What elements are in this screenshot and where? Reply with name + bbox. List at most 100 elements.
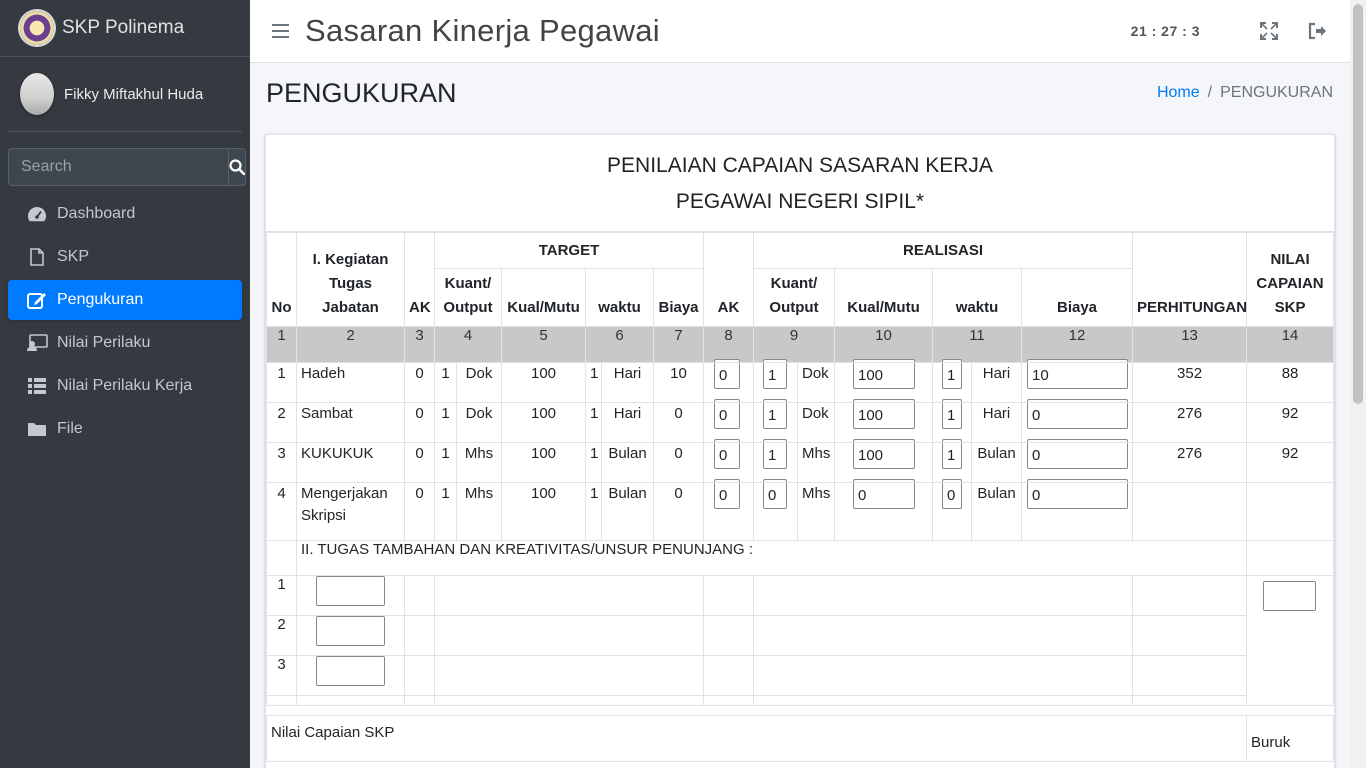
sidebar-item-skp[interactable]: SKP: [8, 237, 242, 277]
cell-target-kuant: 1: [434, 362, 457, 403]
col-number: 7: [653, 326, 704, 363]
realisasi-ak-input[interactable]: 0: [714, 479, 740, 509]
realisasi-waktu-input[interactable]: 1: [942, 359, 962, 389]
realisasi-kual-input[interactable]: 100: [853, 439, 915, 469]
col-number: 13: [1132, 326, 1248, 363]
realisasi-kual-input[interactable]: 100: [853, 399, 915, 429]
table-row: 2 Sambat 0 1 Dok 100 1 Hari 0 0 1 Dok 10…: [266, 399, 1334, 443]
realisasi-ak-input[interactable]: 0: [714, 399, 740, 429]
tambahan-input[interactable]: [316, 616, 385, 646]
cell-perhitungan: 276: [1132, 442, 1248, 483]
cell-target-kual: 100: [501, 362, 586, 403]
cell-target-biaya: 0: [653, 442, 704, 483]
cell-ak: 0: [404, 362, 435, 403]
realisasi-waktu-input[interactable]: 0: [942, 479, 962, 509]
search-button[interactable]: [228, 148, 246, 186]
cell-no: 1: [266, 575, 297, 616]
tambahan-input[interactable]: [316, 576, 385, 606]
table-row: 4 Mengerjakan Skripsi 0 1 Mhs 100 1 Bula…: [266, 479, 1334, 541]
brand-logo: [20, 11, 54, 45]
realisasi-ak-input[interactable]: 0: [714, 439, 740, 469]
sidebar-item-nilai-perilaku-kerja[interactable]: Nilai Perilaku Kerja: [8, 366, 242, 406]
table-row: 3 KUKUKUK 0 1 Mhs 100 1 Bulan 0 0 1 Mhs …: [266, 439, 1334, 483]
cell-nilai: 92: [1246, 402, 1334, 443]
realisasi-kuant-input[interactable]: 1: [763, 439, 787, 469]
folder-icon: [26, 422, 48, 437]
realisasi-waktu-input[interactable]: 1: [942, 399, 962, 429]
breadcrumb-separator: /: [1207, 84, 1213, 101]
col-header-target-kuant: Kuant/ Output: [434, 268, 502, 327]
cell-nilai: 92: [1246, 442, 1334, 483]
realisasi-waktu-input[interactable]: 1: [942, 439, 962, 469]
cell-perhitungan: 352: [1132, 362, 1248, 403]
col-number: 5: [501, 326, 586, 363]
col-number: 2: [296, 326, 405, 363]
dashboard-icon: [26, 206, 48, 222]
cell-no: 2: [266, 615, 297, 656]
app-title: Sasaran Kinerja Pegawai: [305, 13, 660, 48]
realisasi-biaya-input[interactable]: 0: [1027, 399, 1128, 429]
sidebar-item-label: Dashboard: [57, 205, 136, 222]
cell-realisasi-unit: Dok: [797, 402, 835, 443]
breadcrumb: Home / PENGUKURAN: [1157, 84, 1333, 102]
nilai-capaian-label: Nilai Capaian SKP: [266, 715, 1248, 762]
col-header-target-biaya: Biaya: [653, 268, 704, 327]
breadcrumb-current: PENGUKURAN: [1220, 84, 1333, 101]
col-number: 14: [1246, 326, 1334, 363]
realisasi-ak-input[interactable]: 0: [714, 359, 740, 389]
breadcrumb-home-link[interactable]: Home: [1157, 84, 1200, 101]
spacer-row: [266, 695, 1334, 706]
col-header-target-waktu: waktu: [585, 268, 654, 327]
realisasi-kual-input[interactable]: 100: [853, 359, 915, 389]
brand-link[interactable]: SKP Polinema: [0, 0, 250, 57]
cell-target-kual: 100: [501, 482, 586, 541]
col-header-target: TARGET: [434, 232, 704, 269]
nilai-tambahan-input[interactable]: [1263, 581, 1317, 611]
search-input[interactable]: [8, 148, 228, 186]
file-icon: [26, 248, 48, 266]
cell-realisasi-waktu-unit: Bulan: [971, 482, 1022, 541]
menu-toggle-icon[interactable]: [272, 24, 289, 38]
fullscreen-icon[interactable]: [1260, 22, 1278, 40]
realisasi-biaya-input[interactable]: 0: [1027, 439, 1128, 469]
sidebar-item-pengukuran[interactable]: Pengukuran: [8, 280, 242, 320]
cell-target-unit: Mhs: [456, 442, 502, 483]
cell-no: 2: [266, 402, 297, 443]
col-header-realisasi-kual: Kual/Mutu: [834, 268, 933, 327]
sidebar-item-dashboard[interactable]: Dashboard: [8, 194, 242, 234]
page-title: PENGUKURAN: [266, 78, 457, 108]
col-header-realisasi-kuant: Kuant/ Output: [753, 268, 835, 327]
cell-target-waktu: 1: [585, 362, 602, 403]
card-header: PENILAIAN CAPAIAN SASARAN KERJA PEGAWAI …: [266, 135, 1334, 232]
col-header-realisasi: REALISASI: [752, 232, 1134, 269]
cell-ak: 0: [404, 482, 435, 541]
page-scrollbar[interactable]: [1350, 0, 1366, 768]
cell-realisasi-waktu-unit: Bulan: [971, 442, 1022, 483]
cell-target-kuant: 1: [434, 442, 457, 483]
tambahan-row: 1: [266, 575, 1334, 706]
sidebar-item-nilai-perilaku[interactable]: Nilai Perilaku: [8, 323, 242, 363]
realisasi-kuant-input[interactable]: 0: [763, 479, 787, 509]
cell-realisasi-waktu-unit: Hari: [971, 362, 1022, 403]
tambahan-input[interactable]: [316, 656, 385, 686]
user-panel[interactable]: Fikky Miftakhul Huda: [8, 57, 242, 132]
sidebar-item-label: SKP: [57, 248, 90, 265]
col-header-realisasi-biaya: Biaya: [1020, 268, 1134, 327]
scrollbar-thumb[interactable]: [1353, 4, 1363, 404]
cell-perhitungan: [1132, 482, 1248, 541]
realisasi-biaya-input[interactable]: 10: [1027, 359, 1128, 389]
cell-ak: 0: [404, 442, 435, 483]
logout-icon[interactable]: [1308, 22, 1326, 40]
realisasi-kual-input[interactable]: 0: [853, 479, 915, 509]
cell-kegiatan: Hadeh: [296, 362, 405, 403]
avatar: [20, 73, 54, 115]
realisasi-kuant-input[interactable]: 1: [763, 359, 787, 389]
realisasi-biaya-input[interactable]: 0: [1027, 479, 1128, 509]
sidebar-item-file[interactable]: File: [8, 409, 242, 449]
sidebar-search: [8, 148, 246, 186]
column-number-row: 1 2 3 4 5 6 7 8 9 10 11 12 13 14: [266, 326, 1334, 363]
cell-target-kual: 100: [501, 402, 586, 443]
cell-target-unit: Dok: [456, 402, 502, 443]
card-title-line2: PEGAWAI NEGERI SIPIL*: [675, 190, 925, 213]
realisasi-kuant-input[interactable]: 1: [763, 399, 787, 429]
